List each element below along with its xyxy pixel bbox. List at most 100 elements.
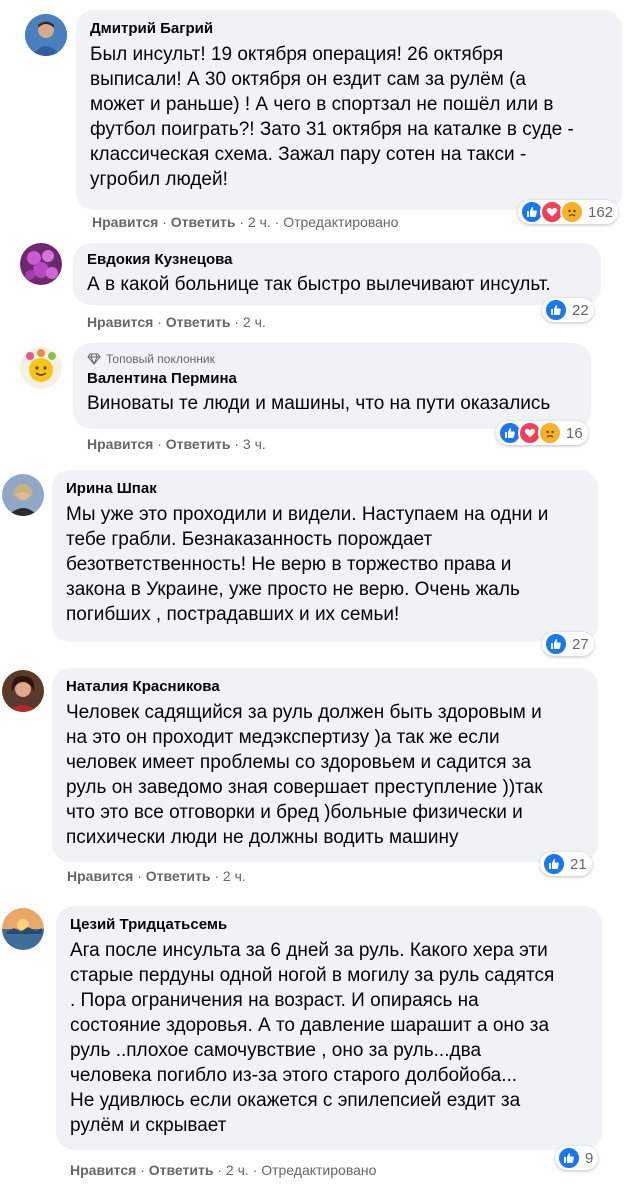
diamond-icon	[87, 353, 101, 365]
text-line: классическая схема. Зажал пару сотен на …	[90, 144, 527, 165]
separator: ·	[234, 436, 240, 452]
timestamp[interactable]: 2 ч.	[226, 1162, 249, 1178]
text-line: футбол поиграть?! Зато 31 октября на кат…	[90, 119, 574, 140]
separator: ·	[157, 436, 162, 452]
comment-bubble: Евдокия Кузнецова А в какой больнице так…	[73, 243, 601, 305]
comment-text: А в какой больнице так быстро вылечивают…	[87, 274, 551, 295]
comment-text: Ага после инсульта за 6 дней за руль. Ка…	[70, 938, 588, 1138]
author-name[interactable]: Цезий Тридцатьсемь	[70, 915, 588, 935]
comment-actions: Нравится · Ответить · 2 ч. · Отредактиро…	[70, 1162, 376, 1178]
like-button[interactable]: Нравится	[70, 1162, 136, 1178]
comment-1: Дмитрий Багрий Был инсульт! 19 октября о…	[0, 0, 641, 235]
like-icon	[544, 632, 568, 656]
avatar[interactable]	[25, 14, 67, 56]
sad-icon	[538, 421, 562, 445]
text-line: угробил людей!	[90, 169, 228, 190]
text-line: человек имеет проблемы со здоровьем и са…	[66, 752, 532, 773]
comment-6: Цезий Тридцатьсемь Ага после инсульта за…	[0, 890, 641, 1200]
comment-bubble: Цезий Тридцатьсемь Ага после инсульта за…	[56, 906, 602, 1150]
text-line: Ага после инсульта за 6 дней за руль. Ка…	[70, 940, 548, 961]
reaction-summary[interactable]: 21	[540, 852, 592, 876]
timestamp[interactable]: 2 ч.	[243, 314, 266, 330]
comment-text: Человек садящийся за руль должен быть зд…	[66, 700, 584, 850]
like-icon	[557, 1146, 581, 1170]
comment-text: Мы уже это проходили и видели. Наступаем…	[66, 502, 584, 627]
reply-button[interactable]: Ответить	[166, 436, 231, 452]
like-icon	[542, 852, 566, 876]
reaction-summary[interactable]: 162	[518, 200, 619, 224]
reaction-count: 9	[585, 1149, 594, 1167]
reaction-summary[interactable]: 22	[542, 298, 594, 322]
text-line: . Пора ограничения на возраст. И опираяс…	[70, 990, 479, 1011]
top-fan-badge[interactable]: Топовый поклонник	[87, 351, 577, 367]
reaction-summary[interactable]: 16	[496, 421, 588, 445]
text-line: выписали! А 30 октября он ездит сам за р…	[90, 69, 526, 90]
comment-4: Ирина Шпак Мы уже это проходили и видели…	[0, 460, 641, 660]
text-line: человека погибло из-за этого старого дол…	[70, 1065, 518, 1086]
like-button[interactable]: Нравится	[87, 436, 153, 452]
reply-button[interactable]: Ответить	[166, 314, 231, 330]
comment-actions: Нравится · Ответить · 2 ч.	[87, 314, 266, 330]
reaction-summary[interactable]: 9	[555, 1146, 599, 1170]
separator: ·	[274, 214, 280, 230]
comment-actions: Нравится · Ответить · 3 ч.	[87, 436, 266, 452]
text-line: погибших , пострадавших и их семьи!	[66, 604, 400, 625]
reaction-count: 162	[588, 203, 614, 221]
timestamp[interactable]: 3 ч.	[243, 436, 266, 452]
sad-icon	[560, 200, 584, 224]
text-line: тебе грабли. Безнаказанность порождает	[66, 529, 433, 550]
separator: ·	[239, 214, 245, 230]
like-button[interactable]: Нравится	[92, 214, 158, 230]
text-line: руль ..плохое самочувствие , оно за руль…	[70, 1040, 482, 1061]
reaction-count: 27	[572, 635, 589, 653]
author-name[interactable]: Евдокия Кузнецова	[87, 250, 587, 270]
separator: ·	[252, 1162, 258, 1178]
like-button[interactable]: Нравится	[87, 314, 153, 330]
separator: ·	[217, 1162, 223, 1178]
text-line: Был инсульт! 19 октября операция! 26 окт…	[90, 44, 504, 65]
badge-label: Топовый поклонник	[106, 352, 215, 366]
reply-button[interactable]: Ответить	[149, 1162, 214, 1178]
text-line: психически люди не должны водить машину	[66, 827, 459, 848]
avatar[interactable]	[2, 474, 44, 516]
text-line: старые пердуны одной ногой в могилу за р…	[70, 965, 555, 986]
timestamp[interactable]: 2 ч.	[223, 868, 246, 884]
reaction-summary[interactable]: 27	[542, 632, 594, 656]
comment-actions: Нравится · Ответить · 2 ч. · Отредактиро…	[92, 214, 398, 230]
comment-actions: Нравится · Ответить · 2 ч.	[67, 868, 246, 884]
text-line: Не удивлюсь если окажется с эпилепсией е…	[70, 1090, 521, 1111]
author-name[interactable]: Валентина Пермина	[87, 369, 577, 389]
edited-label[interactable]: Отредактировано	[283, 214, 398, 230]
author-name[interactable]: Наталия Красникова	[66, 677, 584, 697]
like-button[interactable]: Нравится	[67, 868, 133, 884]
separator: ·	[140, 1162, 145, 1178]
text-line: может и раньше) ! А чего в спортзал не п…	[90, 94, 554, 115]
avatar[interactable]	[2, 670, 44, 712]
reply-button[interactable]: Ответить	[146, 868, 211, 884]
separator: ·	[234, 314, 240, 330]
reaction-count: 16	[566, 424, 583, 442]
text-line: безответственность! Не верю в торжество …	[66, 554, 512, 575]
text-line: Человек садящийся за руль должен быть зд…	[66, 702, 542, 723]
text-line: закона в Украине, уже просто не верю. Оч…	[66, 579, 520, 600]
comment-2: Евдокия Кузнецова А в какой больнице так…	[0, 235, 641, 335]
text-line: Мы уже это проходили и видели. Наступаем…	[66, 504, 549, 525]
avatar[interactable]	[20, 243, 62, 285]
text-line: состояние здоровья. А то давление шараши…	[70, 1015, 550, 1036]
separator: ·	[214, 868, 220, 884]
comment-text: Виноваты те люди и машины, что на пути о…	[87, 393, 551, 414]
reply-button[interactable]: Ответить	[171, 214, 236, 230]
like-icon	[544, 298, 568, 322]
comment-text: Был инсульт! 19 октября операция! 26 окт…	[90, 42, 608, 192]
separator: ·	[137, 868, 142, 884]
edited-label[interactable]: Отредактировано	[261, 1162, 376, 1178]
reaction-count: 21	[570, 855, 587, 873]
timestamp[interactable]: 2 ч.	[248, 214, 271, 230]
comment-bubble: Наталия Красникова Человек садящийся за …	[52, 668, 598, 862]
author-name[interactable]: Ирина Шпак	[66, 479, 584, 499]
separator: ·	[162, 214, 167, 230]
avatar[interactable]	[2, 908, 44, 950]
author-name[interactable]: Дмитрий Багрий	[90, 19, 608, 39]
avatar[interactable]	[20, 347, 62, 389]
separator: ·	[157, 314, 162, 330]
